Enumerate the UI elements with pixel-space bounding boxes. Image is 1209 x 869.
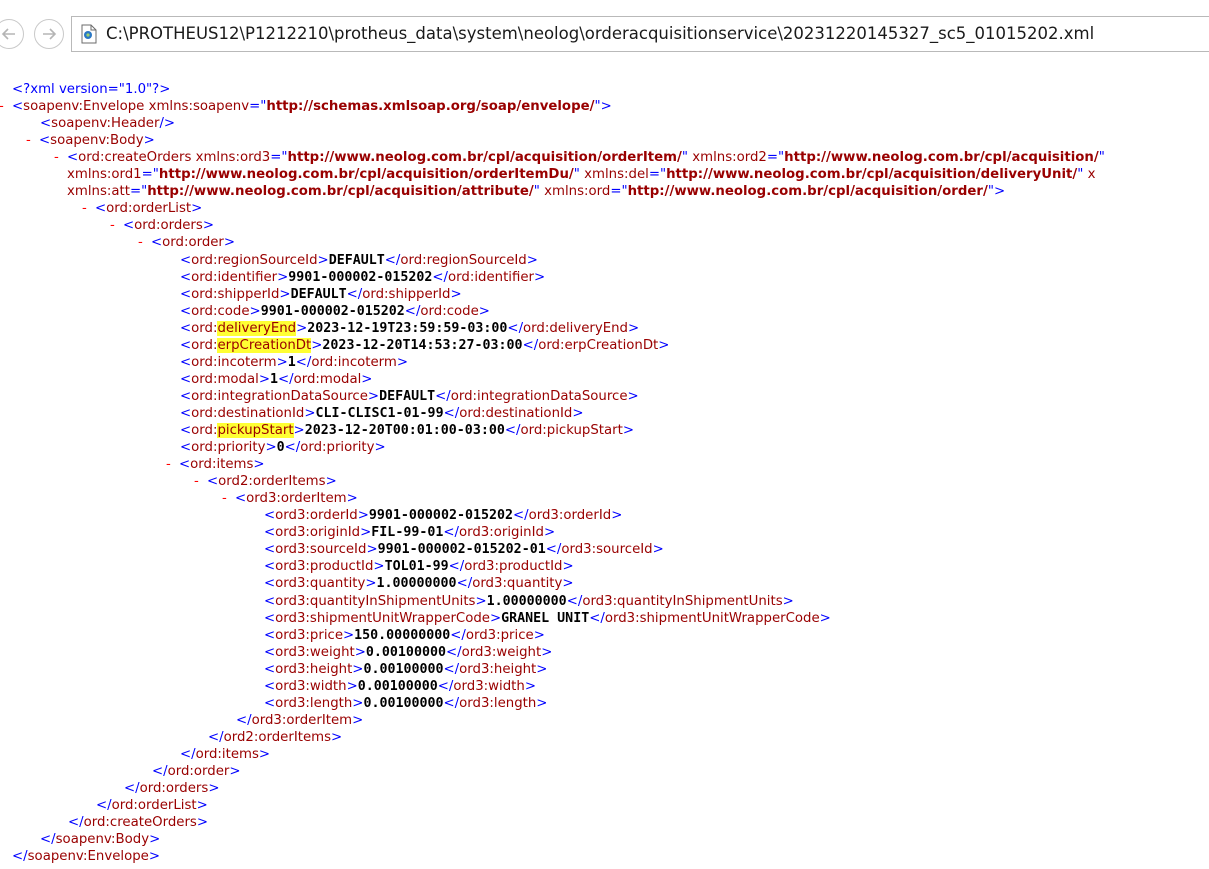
xml-body-close: </soapenv:Body> [40,832,161,848]
xml-field-productId: <ord3:productId>TOL01-99</ord3:productId… [264,559,574,575]
collapse-toggle[interactable]: - [166,456,179,473]
xml-value: 150.00000000 [354,627,451,643]
xml-value: 9901-000002-015202 [260,303,405,319]
xml-namespace-line: xmlns:ord1="http://www.neolog.com.br/cpl… [67,167,1096,183]
xml-value: 9901-000002-015202 [288,269,433,285]
xml-field-quantity: <ord3:quantity>1.00000000</ord3:quantity… [264,576,574,592]
xml-value: DEFAULT [328,252,385,268]
address-text: C:\PROTHEUS12\P1212210\protheus_data\sys… [106,24,1095,43]
xml-declaration: <?xml version="1.0"?> [12,82,171,97]
xml-field-identifier: <ord:identifier>9901-000002-015202</ord:… [180,269,546,285]
xml-field-originId: <ord3:originId>FIL-99-01</ord3:originId> [264,525,556,541]
xml-value: CLI-CLISC1-01-99 [315,405,444,421]
xml-field-weight: <ord3:weight>0.00100000</ord3:weight> [264,644,553,660]
xml-value: 0 [276,440,285,456]
collapse-toggle[interactable]: - [54,149,67,166]
xml-value: 1.00000000 [376,576,457,592]
xml-order-item-open: - <ord3:orderItem> [222,490,358,507]
xml-value: TOL01-99 [384,559,449,575]
xml-value: 2023-12-19T23:59:59-03:00 [307,320,508,336]
xml-header: <soapenv:Header/> [40,116,176,132]
collapse-toggle[interactable]: - [222,490,235,507]
xml-field-incoterm: <ord:incoterm>1</ord:incoterm> [180,354,408,370]
xml-value: DEFAULT [379,388,436,404]
xml-order-items-open: - <ord2:orderItems> [194,473,337,490]
xml-field-quantityInShipmentUnits: <ord3:quantityInShipmentUnits>1.00000000… [264,593,794,609]
collapse-toggle[interactable]: - [0,98,12,115]
xml-value: 1 [287,354,296,370]
xml-value: 0.00100000 [365,644,446,660]
xml-value: 0.00100000 [357,678,438,694]
xml-field-width: <ord3:width>0.00100000</ord3:width> [264,678,536,694]
xml-field-length: <ord3:length>0.00100000</ord3:length> [264,695,548,711]
xml-value: 9901-000002-015202 [368,508,513,524]
xml-order-items-close: </ord2:orderItems> [208,729,343,745]
xml-field-sourceId: <ord3:sourceId>9901-000002-015202-01</or… [264,542,664,558]
xml-field-price: <ord3:price>150.00000000</ord3:price> [264,627,545,643]
collapse-toggle[interactable]: - [138,234,151,251]
xml-orders-close: </ord:orders> [124,781,220,797]
forward-arrow-icon [43,28,57,40]
xml-value: DEFAULT [290,286,347,302]
xml-order-list-open: - <ord:orderList> [82,200,203,217]
xml-value: 1.00000000 [486,593,567,609]
xml-value: 0.00100000 [363,695,444,711]
xml-field-destinationId: <ord:destinationId>CLI-CLISC1-01-99</ord… [180,405,584,421]
xml-document: <?xml version="1.0"?>-<soapenv:Envelope … [0,72,1209,869]
xml-body-open: - <soapenv:Body> [26,132,155,149]
address-bar[interactable]: C:\PROTHEUS12\P1212210\protheus_data\sys… [71,16,1209,52]
xml-value: FIL-99-01 [371,525,444,541]
xml-create-orders-close: </ord:createOrders> [68,815,208,831]
xml-value: 0.00100000 [363,661,444,677]
browser-toolbar: C:\PROTHEUS12\P1212210\protheus_data\sys… [0,0,1209,70]
xml-field-erpCreationDt: <ord:erpCreationDt>2023-12-20T14:53:27-0… [180,337,670,353]
xml-field-shipmentUnitWrapperCode: <ord3:shipmentUnitWrapperCode>GRANEL UNI… [264,610,831,626]
xml-orders-open: - <ord:orders> [110,217,214,234]
back-arrow-icon [1,28,15,40]
xml-field-orderId: <ord3:orderId>9901-000002-015202</ord3:o… [264,508,623,524]
xml-value: 2023-12-20T14:53:27-03:00 [322,337,523,353]
xml-field-integrationDataSource: <ord:integrationDataSource>DEFAULT</ord:… [180,388,639,404]
back-button[interactable] [0,19,24,49]
xml-items-open: - <ord:items> [166,456,265,473]
xml-field-deliveryEnd: <ord:deliveryEnd>2023-12-19T23:59:59-03:… [180,320,640,336]
xml-field-code: <ord:code>9901-000002-015202</ord:code> [180,303,490,319]
xml-envelope-open: -<soapenv:Envelope xmlns:soapenv="http:/… [0,98,612,115]
xml-field-pickupStart: <ord:pickupStart>2023-12-20T00:01:00-03:… [180,423,635,438]
collapse-toggle[interactable]: - [82,200,95,217]
xml-value: GRANEL UNIT [501,610,590,626]
xml-value: 9901-000002-015202-01 [377,542,546,558]
forward-button[interactable] [34,19,64,49]
collapse-toggle[interactable]: - [194,473,207,490]
xml-file-icon [81,24,97,44]
collapse-toggle[interactable]: - [26,132,39,149]
xml-envelope-close: </soapenv:Envelope> [12,849,160,865]
xml-field-height: <ord3:height>0.00100000</ord3:height> [264,661,548,677]
xml-create-orders-open: - <ord:createOrders xmlns:ord3="http://ww… [54,149,1105,166]
collapse-toggle[interactable]: - [110,217,123,234]
xml-items-close: </ord:items> [180,746,271,762]
xml-field-modal: <ord:modal>1</ord:modal> [180,371,373,387]
xml-field-regionSourceId: <ord:regionSourceId>DEFAULT</ord:regionS… [180,252,538,268]
xml-value: 1 [269,371,278,387]
xml-namespace-line: xmlns:att="http://www.neolog.com.br/cpl/… [67,184,1006,200]
xml-value: 2023-12-20T00:01:00-03:00 [304,423,505,438]
xml-order-close: </ord:order> [152,764,241,779]
xml-field-shipperId: <ord:shipperId>DEFAULT</ord:shipperId> [180,286,462,302]
xml-order-list-close: </ord:orderList> [96,798,208,814]
xml-order-open: - <ord:order> [138,234,236,251]
xml-order-item-close: </ord3:orderItem> [236,712,364,728]
xml-field-priority: <ord:priority>0</ord:priority> [180,440,386,456]
